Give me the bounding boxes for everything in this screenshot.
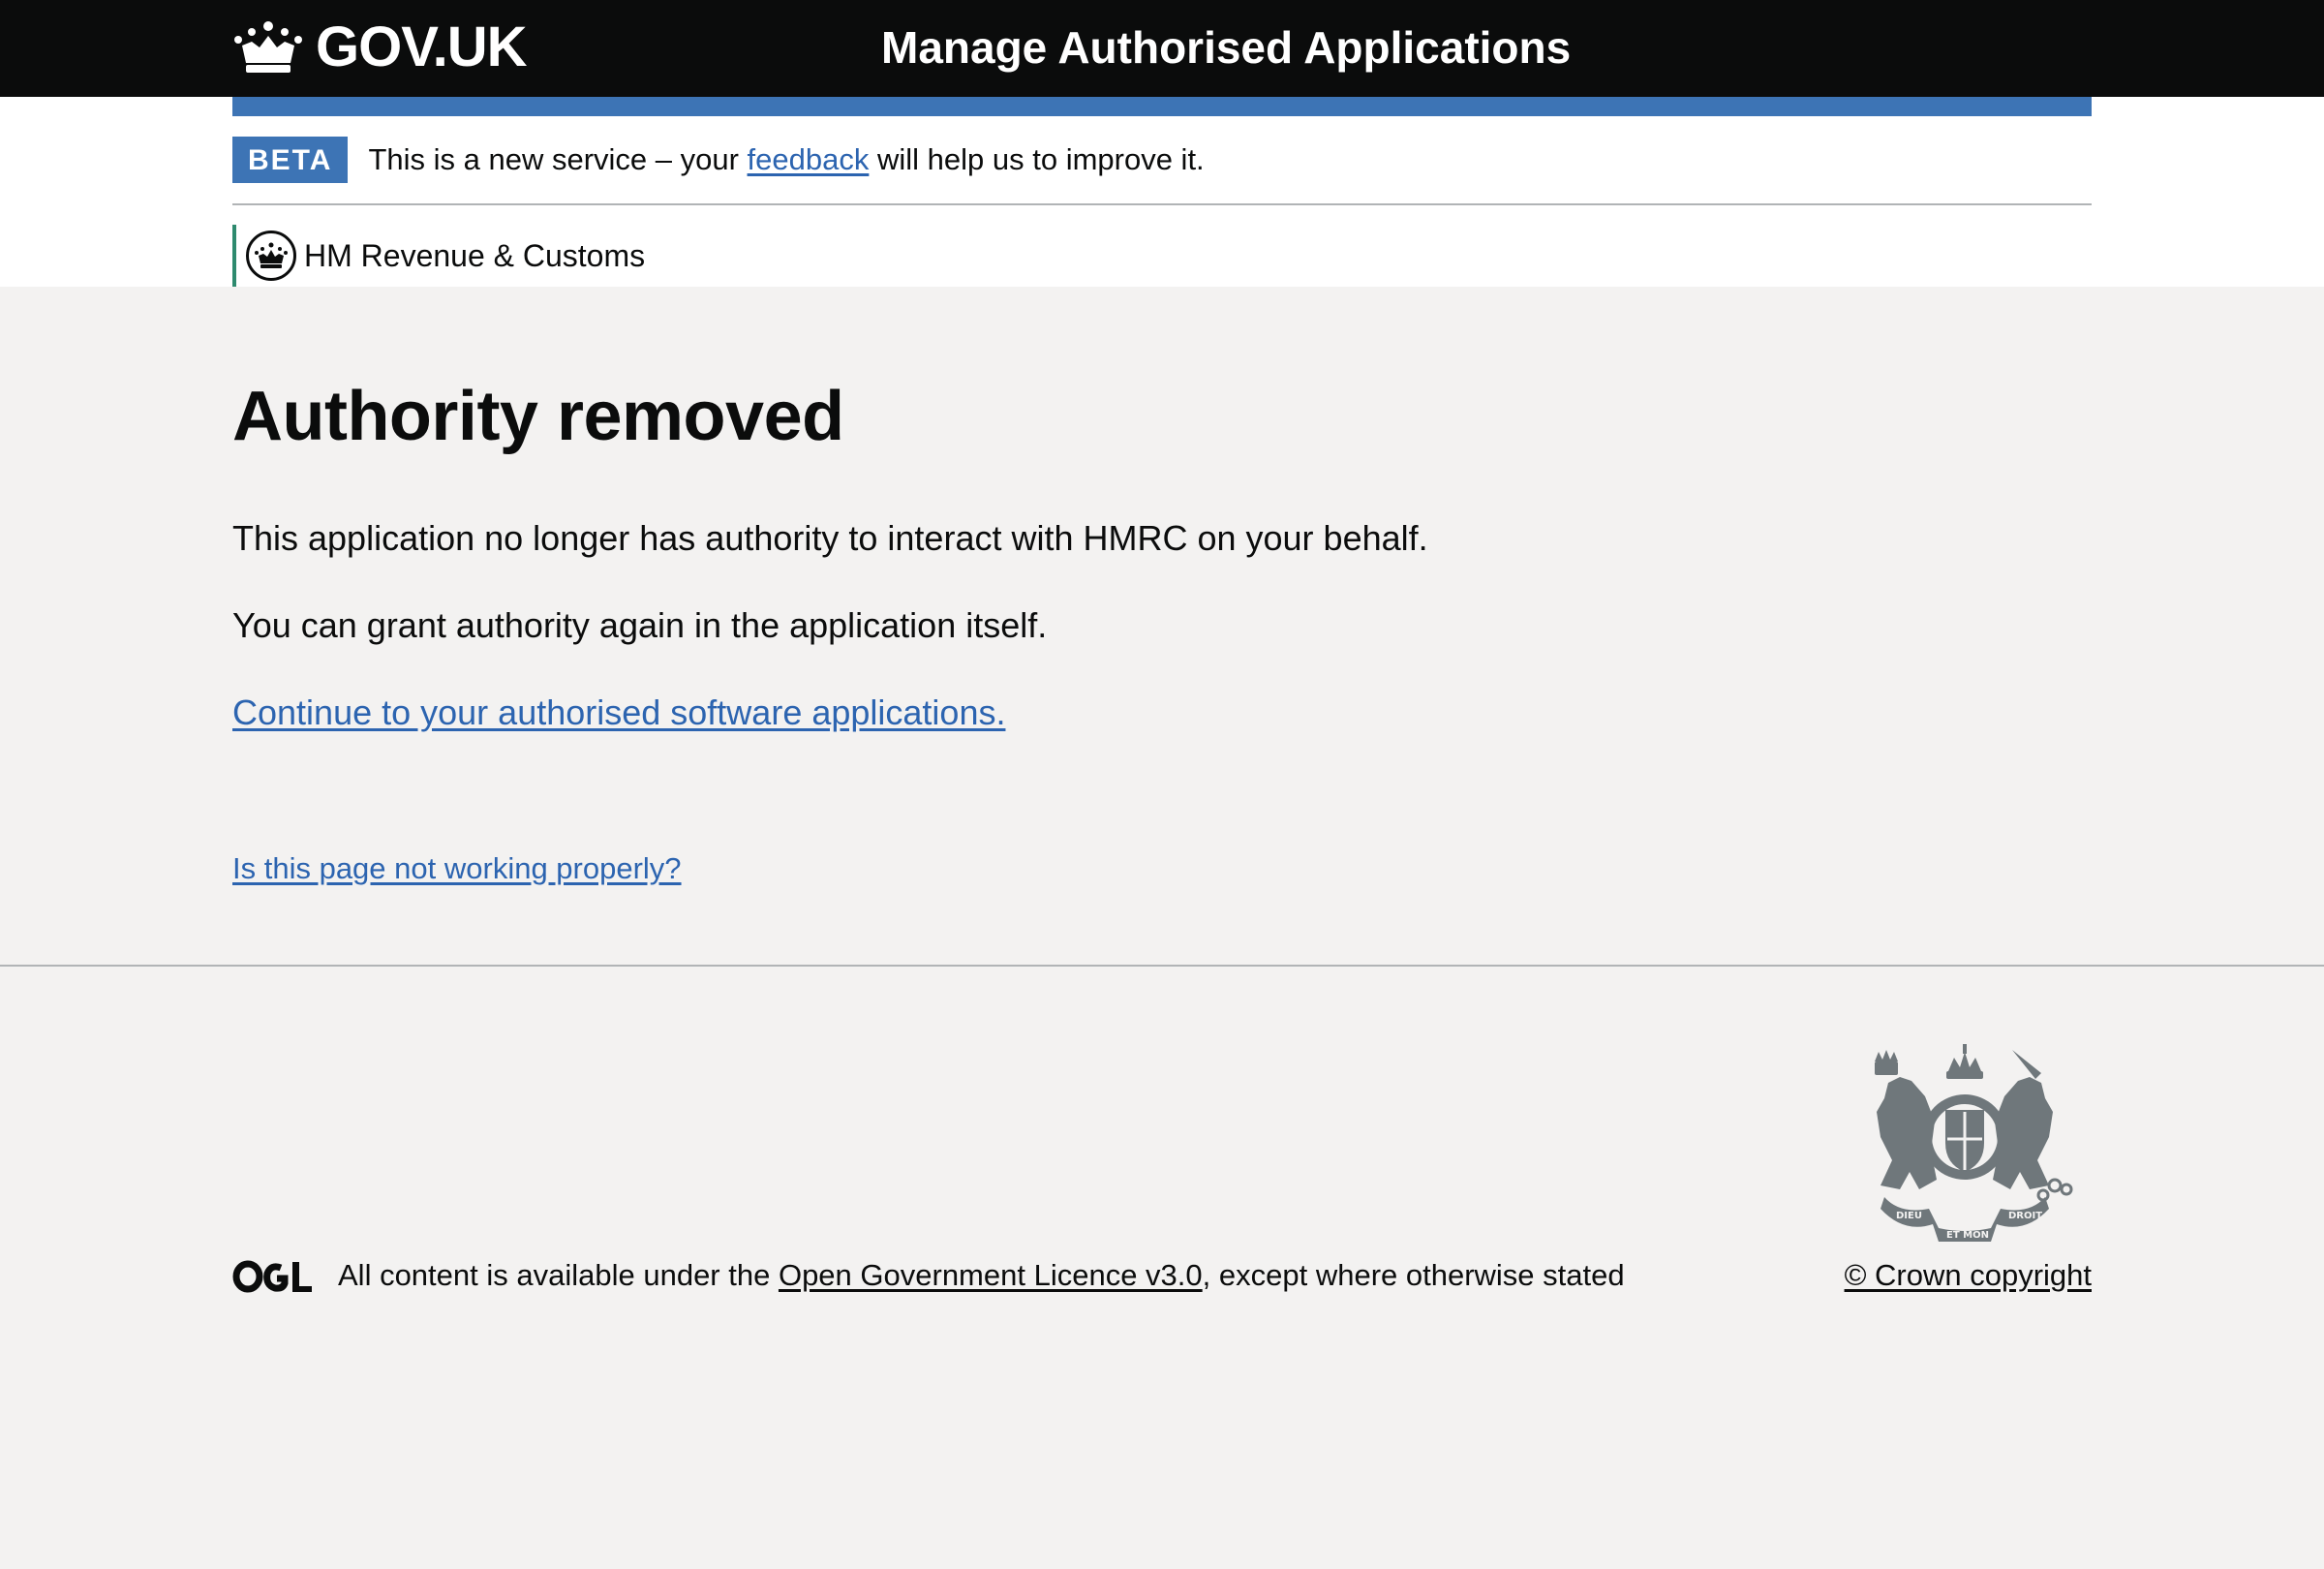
govuk-logo-text: GOV.UK (316, 15, 527, 78)
phase-banner: BETA This is a new service – your feedba… (232, 116, 2092, 205)
organisation-name: HM Revenue & Customs (304, 237, 646, 273)
phase-text-after: will help us to improve it. (869, 142, 1205, 176)
body-paragraph-2: You can grant authority again in the app… (232, 605, 1048, 645)
feedback-link[interactable]: feedback (748, 142, 870, 176)
govuk-logo-link[interactable]: GOV.UK (232, 15, 527, 78)
open-government-licence-link[interactable]: Open Government Licence v3.0 (779, 1258, 1203, 1292)
ogl-logo-icon (232, 1260, 312, 1293)
report-problem-link[interactable]: Is this page not working properly? (232, 850, 682, 887)
phase-text-before: This is a new service – your (368, 142, 748, 176)
crown-icon (234, 21, 302, 73)
phase-banner-text: This is a new service – your feedback wi… (368, 142, 1204, 177)
service-name-link[interactable]: Manage Authorised Applications (881, 17, 1571, 77)
organisation-banner: HM Revenue & Customs (232, 225, 2092, 287)
crest-motto-dieu: DIEU (1896, 1211, 1922, 1221)
beta-tag: BETA (232, 137, 349, 183)
hmrc-crest-icon (246, 231, 296, 281)
continue-to-applications-link[interactable]: Continue to your authorised software app… (232, 692, 1005, 734)
crest-motto-etmon: ET MON (1946, 1230, 1989, 1241)
body-paragraph-1: This application no longer has authority… (232, 518, 1428, 558)
header-blue-bar (232, 97, 2092, 116)
page-title: Authority removed (232, 378, 844, 455)
royal-coat-of-arms-icon: DIEU ET MON DROIT (1875, 1044, 2073, 1242)
crest-motto-droit: DROIT (2008, 1211, 2042, 1221)
licence-text-before: All content is available under the (338, 1258, 779, 1292)
licence-text-after: , except where otherwise stated (1202, 1258, 1625, 1292)
licence-statement: All content is available under the Open … (338, 1255, 1625, 1296)
crown-copyright-link[interactable]: © Crown copyright (1845, 1255, 2092, 1296)
site-header: GOV.UK Manage Authorised Applications (0, 0, 2324, 97)
site-footer: DIEU ET MON DROIT All content is availab… (0, 965, 2324, 1569)
